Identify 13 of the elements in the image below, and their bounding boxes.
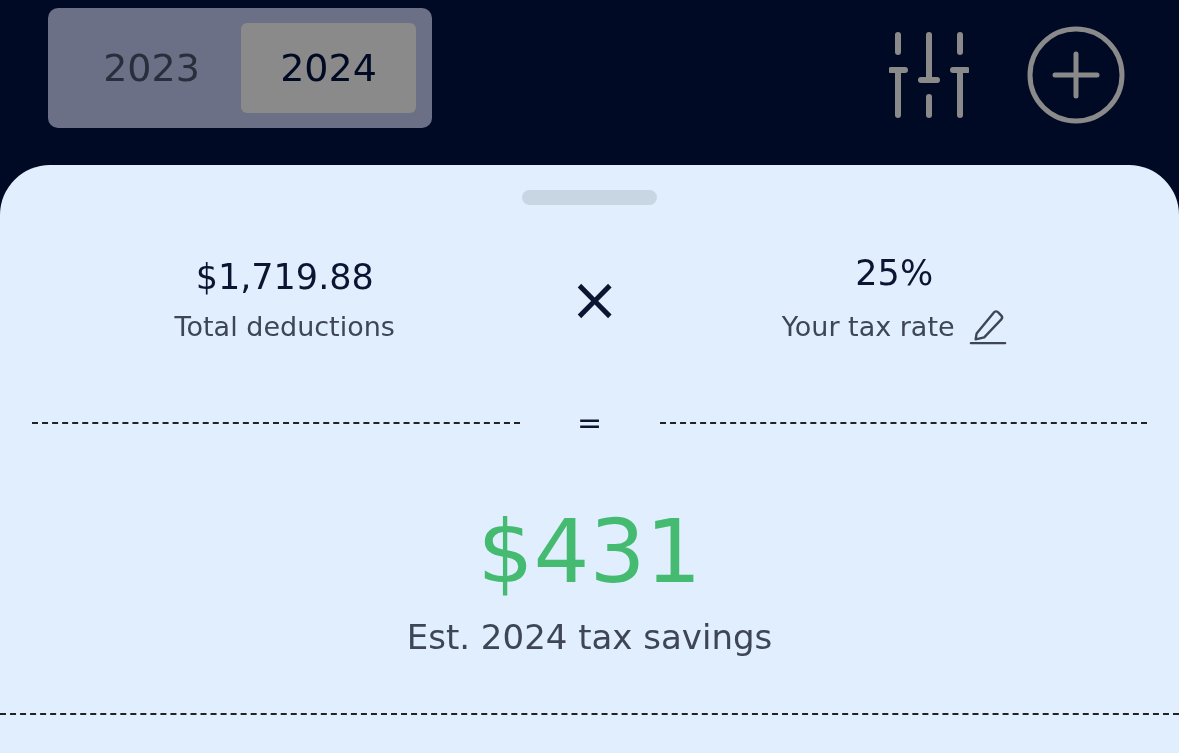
deductions-amount: $1,719.88 — [195, 256, 374, 297]
tax-rate-value: 25% — [855, 253, 934, 293]
equals-sign: = — [575, 405, 604, 440]
drag-handle[interactable] — [522, 190, 657, 205]
savings-label: Est. 2024 tax savings — [406, 617, 773, 657]
sliders-icon[interactable] — [889, 32, 969, 118]
edit-icon[interactable] — [968, 307, 1007, 345]
multiply-sign: × — [569, 264, 610, 334]
add-icon[interactable] — [1027, 26, 1125, 124]
deductions-label: Total deductions — [174, 310, 395, 342]
savings-amount: $431 — [477, 500, 702, 603]
tax-rate-label: Your tax rate — [781, 310, 955, 342]
year-tab[interactable]: 2024 — [241, 23, 416, 113]
